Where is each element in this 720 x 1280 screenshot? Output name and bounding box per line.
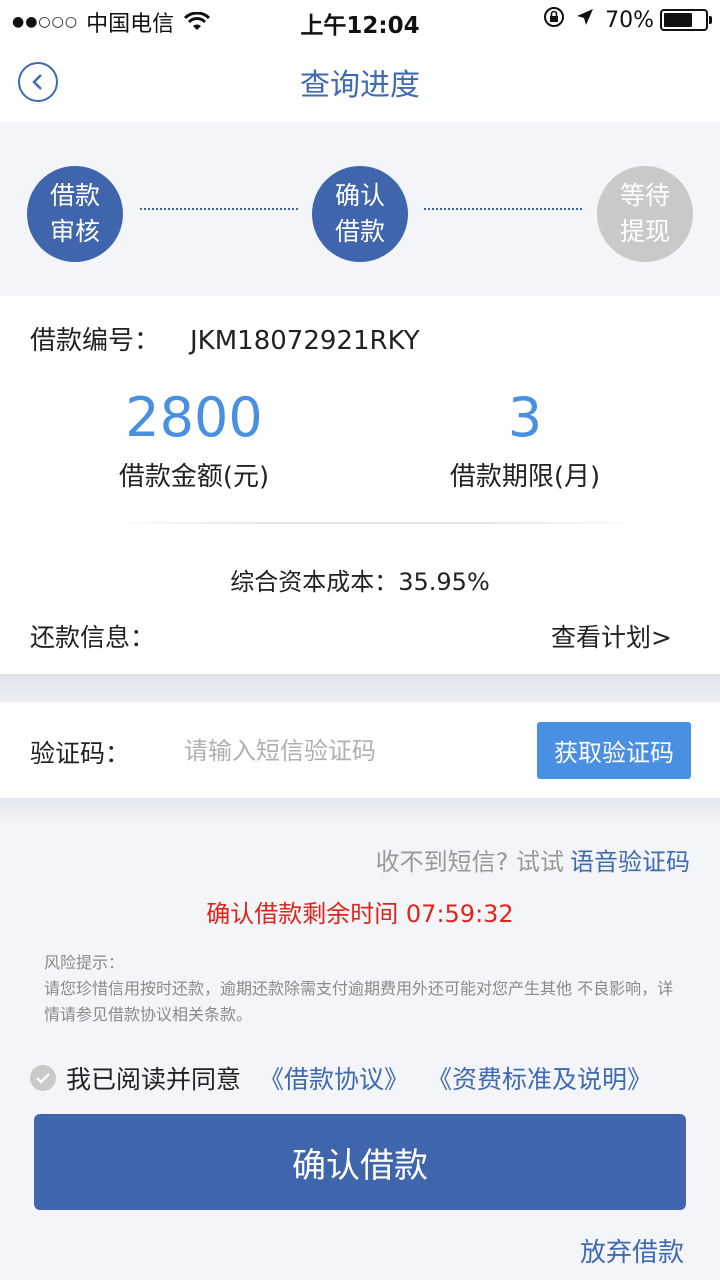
get-code-button[interactable]: 获取验证码	[537, 722, 691, 779]
nav-bar: 查询进度	[0, 40, 720, 122]
view-plan-link[interactable]: 查看计划>	[551, 618, 672, 654]
step-await-withdraw: 等待 提现	[597, 166, 693, 262]
step-label: 提现	[619, 217, 670, 246]
risk-notice: 风险提示： 请您珍惜信用按时还款，逾期还款除需支付逾期费用外还可能对您产生其他 …	[44, 950, 684, 1028]
step-label: 审核	[49, 217, 100, 246]
voice-code-row: 收不到短信? 试试 语音验证码	[376, 842, 690, 877]
loan-number-row: 借款编号： JKM18072921RKY	[30, 320, 420, 357]
repay-info-label: 还款信息：	[30, 623, 156, 652]
fee-standard-link[interactable]: 《资费标准及说明》	[427, 1060, 652, 1096]
verification-label: 验证码：	[30, 739, 131, 768]
step-label: 确认	[334, 181, 385, 210]
voice-code-link[interactable]: 语音验证码	[570, 848, 690, 876]
agree-text: 我已阅读并同意	[66, 1065, 242, 1094]
loan-agreement-link[interactable]: 《借款协议》	[259, 1060, 409, 1096]
no-sms-text: 收不到短信? 试试	[375, 848, 564, 876]
loan-number-value: JKM18072921RKY	[190, 326, 420, 356]
location-arrow-icon	[575, 7, 595, 33]
battery-percent: 70%	[605, 7, 654, 33]
loan-info-card: 借款编号： JKM18072921RKY 2800 借款金额(元) 3 借款期限(…	[0, 296, 720, 674]
divider	[100, 522, 650, 524]
loan-term-value: 3	[507, 386, 543, 449]
step-connector	[140, 208, 298, 210]
page-title: 查询进度	[300, 68, 420, 103]
capital-cost: 综合资本成本：35.95%	[230, 568, 490, 596]
check-icon	[36, 1073, 50, 1084]
loan-amount-value: 2800	[125, 386, 263, 449]
risk-title: 风险提示：	[44, 953, 125, 972]
abandon-loan-link[interactable]: 放弃借款	[580, 1232, 684, 1269]
confirm-loan-button[interactable]: 确认借款	[34, 1114, 686, 1210]
countdown-timer: 确认借款剩余时间 07:59:32	[206, 900, 514, 928]
step-loan-review: 借款 审核	[27, 166, 123, 262]
section-separator	[0, 798, 720, 826]
battery-icon	[660, 9, 712, 31]
risk-text: 请您珍惜信用按时还款，逾期还款除需支付逾期费用外还可能对您产生其他 不良影响，详…	[44, 979, 674, 1024]
verification-row: 验证码： 获取验证码	[0, 702, 720, 798]
rotation-lock-icon	[543, 6, 565, 34]
agreement-row: 我已阅读并同意 《借款协议》 《资费标准及说明》	[30, 1060, 652, 1096]
verification-code-input[interactable]	[184, 722, 484, 780]
section-separator	[0, 674, 720, 702]
step-confirm-loan: 确认 借款	[312, 166, 408, 262]
loan-number-label: 借款编号：	[30, 326, 161, 356]
agree-checkbox[interactable]	[30, 1065, 56, 1091]
status-bar: ●●○○○ 中国电信 上午12:04 70%	[0, 0, 720, 40]
step-label: 借款	[49, 181, 100, 210]
status-right: 70%	[543, 6, 712, 34]
loan-amount-label: 借款金额(元)	[118, 462, 270, 492]
loan-term-label: 借款期限(月)	[449, 462, 601, 492]
progress-steps: 借款 审核 确认 借款 等待 提现	[0, 122, 720, 296]
step-label: 等待	[619, 181, 670, 210]
step-connector	[424, 208, 582, 210]
step-label: 借款	[334, 217, 385, 246]
